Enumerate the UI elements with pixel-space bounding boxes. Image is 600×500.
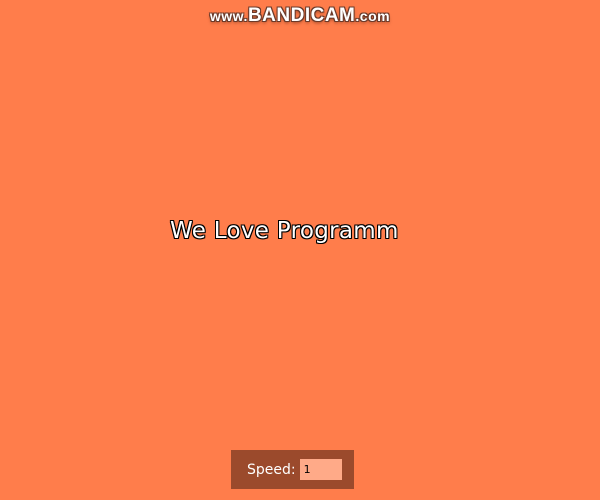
watermark-prefix: www. [209, 8, 248, 24]
watermark-suffix: .com [355, 8, 391, 24]
speed-control-panel: Speed: [231, 450, 354, 489]
speed-label: Speed: [247, 461, 296, 478]
bandicam-watermark: www.BANDICAM.com [0, 5, 600, 27]
typing-text: We Love Programm [170, 218, 399, 244]
watermark-brand: BANDICAM [247, 5, 356, 26]
speed-input[interactable] [299, 459, 342, 480]
